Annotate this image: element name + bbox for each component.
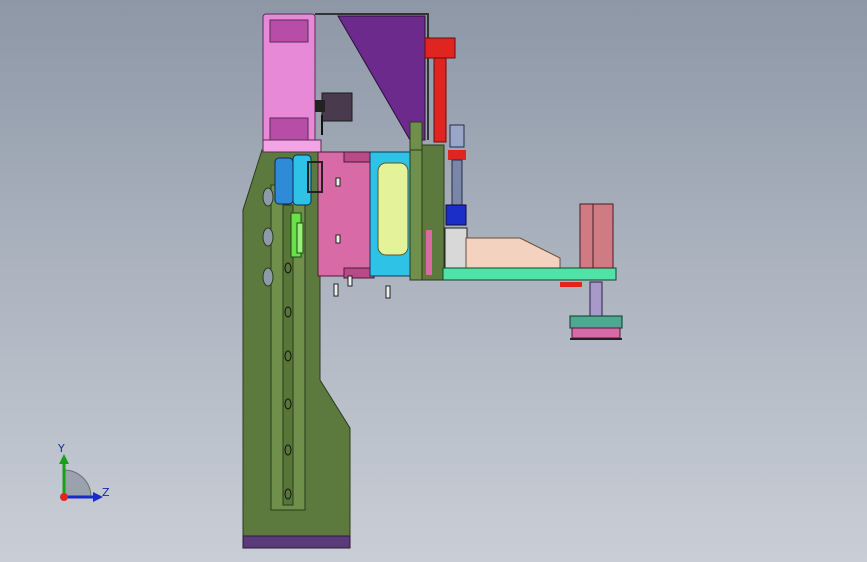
red-cylinder-rod bbox=[433, 57, 447, 143]
blue-cylinder-left bbox=[274, 157, 294, 205]
cup-plate bbox=[569, 315, 623, 329]
blue-block bbox=[445, 204, 467, 226]
top-pink-window bbox=[269, 19, 309, 43]
pink-flange bbox=[262, 139, 322, 153]
slate-rod bbox=[451, 159, 463, 211]
pink-strip bbox=[426, 230, 432, 275]
rose-block bbox=[579, 203, 614, 269]
origin-dot bbox=[60, 493, 68, 501]
magenta-plate bbox=[317, 151, 371, 277]
gear-block bbox=[444, 227, 468, 273]
axis-triad-graphic bbox=[59, 454, 103, 502]
red-fitting bbox=[448, 150, 466, 160]
dark-rail bbox=[421, 144, 445, 281]
dark-motor-box bbox=[321, 92, 353, 122]
small-red-clip bbox=[560, 282, 582, 287]
yellow-pad bbox=[377, 162, 409, 256]
column-base-plate bbox=[242, 535, 351, 549]
red-cylinder-cap bbox=[424, 37, 456, 59]
z-axis-label: Z bbox=[102, 486, 110, 499]
cup-base bbox=[571, 327, 621, 339]
coordinate-triad: Y Z bbox=[40, 440, 130, 515]
cyan-back bbox=[409, 149, 423, 281]
triad-sector bbox=[63, 469, 92, 498]
green-slide-2 bbox=[296, 222, 304, 254]
slate-actuator bbox=[449, 124, 465, 148]
cad-viewport[interactable]: Y Z bbox=[0, 0, 867, 562]
olive-post bbox=[409, 121, 423, 151]
y-axis-label: Y bbox=[58, 442, 65, 455]
motor-clamp bbox=[315, 100, 325, 112]
column-hole bbox=[262, 227, 274, 247]
green-arm bbox=[442, 267, 617, 281]
cup-post bbox=[589, 281, 603, 317]
tan-wedge bbox=[465, 237, 561, 271]
column-hole bbox=[262, 187, 274, 207]
mechanism-assembly-drawing bbox=[242, 13, 623, 549]
bottom-pink-window bbox=[269, 117, 309, 143]
column-hole bbox=[262, 267, 274, 287]
